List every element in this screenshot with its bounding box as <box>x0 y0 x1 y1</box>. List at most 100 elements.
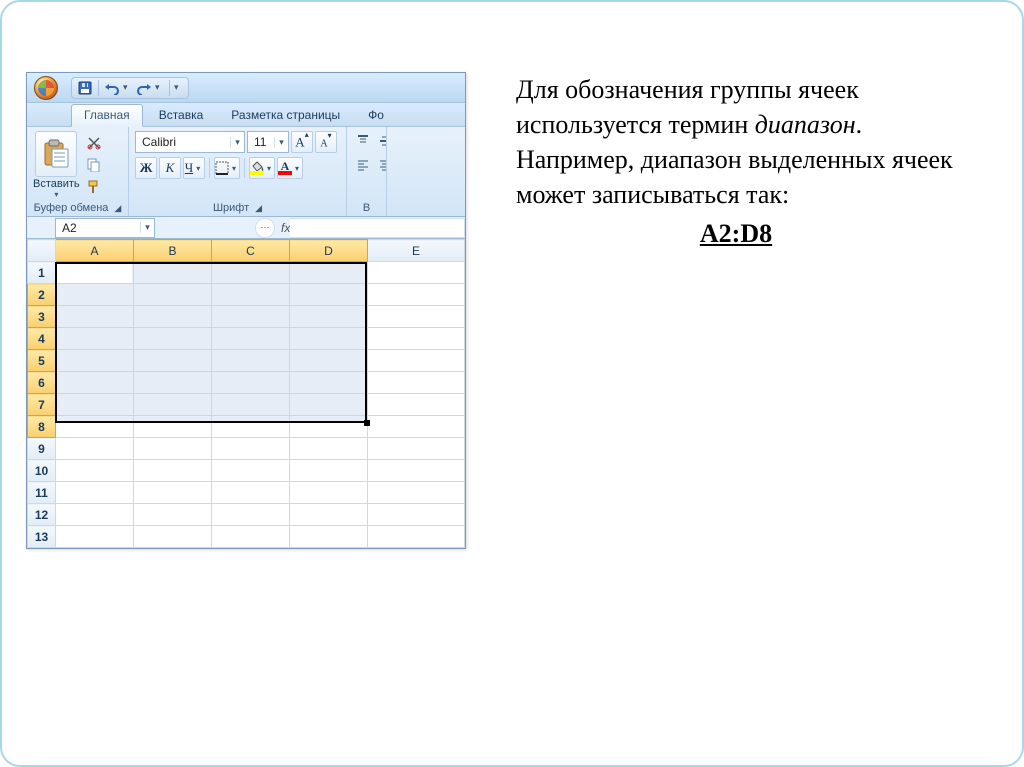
font-size-combo[interactable]: 11 ▾ <box>247 131 289 153</box>
cell[interactable] <box>56 284 134 306</box>
cell[interactable] <box>212 482 290 504</box>
cell[interactable] <box>368 482 465 504</box>
cell[interactable] <box>290 416 368 438</box>
row-header[interactable]: 6 <box>28 372 56 394</box>
align-top-icon[interactable] <box>353 131 373 151</box>
decrease-font-icon[interactable]: A▾ <box>315 131 337 153</box>
cell[interactable] <box>56 306 134 328</box>
cell[interactable] <box>134 306 212 328</box>
cell[interactable] <box>56 372 134 394</box>
cell[interactable] <box>290 504 368 526</box>
undo-dropdown-icon[interactable]: ▾ <box>123 82 133 93</box>
row-header[interactable]: 12 <box>28 504 56 526</box>
cell[interactable] <box>212 284 290 306</box>
align-middle-icon[interactable] <box>375 131 387 151</box>
cell[interactable] <box>134 482 212 504</box>
row-header[interactable]: 11 <box>28 482 56 504</box>
cell[interactable] <box>56 262 134 284</box>
cell[interactable] <box>134 350 212 372</box>
cell[interactable] <box>212 350 290 372</box>
chevron-down-icon[interactable]: ▾ <box>193 164 203 173</box>
cell[interactable] <box>212 504 290 526</box>
formula-input[interactable] <box>290 218 465 238</box>
paste-button[interactable]: Вставить ▾ <box>33 131 80 199</box>
cell[interactable] <box>368 504 465 526</box>
spreadsheet-grid[interactable]: A B C D E 1 2 3 4 5 6 7 <box>27 239 465 548</box>
cell[interactable] <box>368 526 465 548</box>
cell[interactable] <box>290 482 368 504</box>
cell[interactable] <box>212 438 290 460</box>
row-header[interactable]: 8 <box>28 416 56 438</box>
cell[interactable] <box>290 526 368 548</box>
cell[interactable] <box>56 482 134 504</box>
cell[interactable] <box>290 306 368 328</box>
format-painter-icon[interactable] <box>84 177 104 197</box>
cell[interactable] <box>368 416 465 438</box>
cell[interactable] <box>56 526 134 548</box>
redo-icon[interactable] <box>135 79 153 97</box>
chevron-down-icon[interactable]: ▾ <box>230 137 244 148</box>
tab-insert[interactable]: Вставка <box>147 105 216 126</box>
cell[interactable] <box>134 328 212 350</box>
tab-page-layout[interactable]: Разметка страницы <box>219 105 352 126</box>
cell[interactable] <box>212 372 290 394</box>
fx-icon[interactable]: fx <box>281 221 290 235</box>
align-left-icon[interactable] <box>353 155 373 175</box>
font-dialog-launcher-icon[interactable]: ◢ <box>255 203 262 214</box>
cell[interactable] <box>212 262 290 284</box>
cell[interactable] <box>56 416 134 438</box>
cell[interactable] <box>290 284 368 306</box>
chevron-down-icon[interactable]: ▾ <box>140 222 154 233</box>
cell[interactable] <box>134 460 212 482</box>
tab-formulas-cut[interactable]: Фо <box>356 105 396 126</box>
font-name-combo[interactable]: Calibri ▾ <box>135 131 245 153</box>
chevron-down-icon[interactable]: ▾ <box>229 164 239 173</box>
align-center-icon[interactable] <box>375 155 387 175</box>
cell[interactable] <box>290 350 368 372</box>
cell[interactable] <box>368 460 465 482</box>
col-header[interactable]: E <box>368 240 465 262</box>
row-header[interactable]: 5 <box>28 350 56 372</box>
cell[interactable] <box>212 306 290 328</box>
cell[interactable] <box>368 372 465 394</box>
cell[interactable] <box>368 394 465 416</box>
copy-icon[interactable] <box>84 155 104 175</box>
cell[interactable] <box>134 504 212 526</box>
tab-home[interactable]: Главная <box>71 104 143 127</box>
cell[interactable] <box>212 328 290 350</box>
col-header[interactable]: C <box>212 240 290 262</box>
select-all-corner[interactable] <box>28 240 56 262</box>
cell[interactable] <box>368 262 465 284</box>
cell[interactable] <box>134 416 212 438</box>
clipboard-dialog-launcher-icon[interactable]: ◢ <box>114 203 121 214</box>
cell[interactable] <box>134 372 212 394</box>
underline-button[interactable]: Ч▾ <box>183 157 205 179</box>
cell[interactable] <box>290 438 368 460</box>
cell[interactable] <box>56 460 134 482</box>
cell[interactable] <box>290 394 368 416</box>
borders-button[interactable]: ▾ <box>214 157 240 179</box>
expand-formula-icon[interactable]: ⋯ <box>255 218 275 238</box>
cell[interactable] <box>290 372 368 394</box>
office-button[interactable] <box>27 73 65 103</box>
cell[interactable] <box>368 328 465 350</box>
cell[interactable] <box>134 284 212 306</box>
cell[interactable] <box>212 394 290 416</box>
redo-dropdown-icon[interactable]: ▾ <box>155 82 165 93</box>
save-icon[interactable] <box>76 79 94 97</box>
cell[interactable] <box>290 460 368 482</box>
qat-customize-icon[interactable]: ▾ <box>174 82 184 93</box>
cell[interactable] <box>134 438 212 460</box>
cell[interactable] <box>56 350 134 372</box>
undo-icon[interactable] <box>103 79 121 97</box>
row-header[interactable]: 2 <box>28 284 56 306</box>
row-header[interactable]: 1 <box>28 262 56 284</box>
row-header[interactable]: 10 <box>28 460 56 482</box>
paste-dropdown-icon[interactable]: ▾ <box>54 190 58 199</box>
col-header[interactable]: A <box>56 240 134 262</box>
col-header[interactable]: D <box>290 240 368 262</box>
col-header[interactable]: B <box>134 240 212 262</box>
font-color-button[interactable]: A ▾ <box>277 157 303 179</box>
cell[interactable] <box>56 504 134 526</box>
cut-icon[interactable] <box>84 133 104 153</box>
